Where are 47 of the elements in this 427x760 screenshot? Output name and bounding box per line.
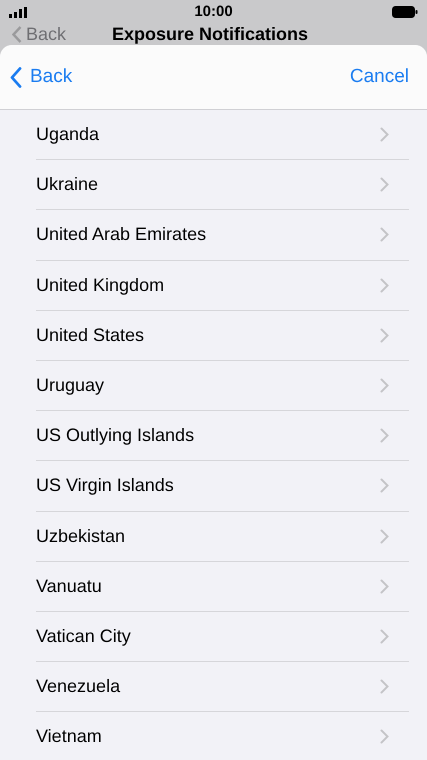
- country-name: Uruguay: [36, 374, 106, 398]
- country-row[interactable]: Vietnam: [18, 712, 409, 760]
- country-row[interactable]: Uganda: [18, 110, 409, 160]
- country-name: US Virgin Islands: [36, 474, 175, 498]
- country-row[interactable]: US Outlying Islands: [18, 411, 409, 462]
- chevron-right-icon: [380, 127, 389, 142]
- country-name: US Outlying Islands: [36, 424, 196, 448]
- country-row[interactable]: United Arab Emirates: [18, 210, 409, 261]
- country-name: Vanuatu: [36, 574, 103, 598]
- chevron-left-icon: [12, 26, 22, 44]
- country-row[interactable]: Venezuela: [18, 662, 409, 712]
- country-name: Vietnam: [36, 725, 103, 748]
- country-name: Vatican City: [36, 624, 132, 648]
- country-name: Uganda: [36, 123, 100, 146]
- battery-icon: [392, 6, 418, 18]
- chevron-left-icon: [10, 66, 22, 88]
- chevron-right-icon: [380, 328, 389, 343]
- country-row[interactable]: Vanuatu: [18, 562, 409, 612]
- cancel-button[interactable]: Cancel: [350, 62, 409, 92]
- country-name: United Arab Emirates: [36, 223, 208, 246]
- country-row[interactable]: Uzbekistan: [18, 512, 409, 562]
- chevron-right-icon: [380, 528, 389, 544]
- country-row[interactable]: Ukraine: [18, 160, 409, 210]
- country-row[interactable]: Uruguay: [18, 360, 409, 412]
- chevron-right-icon: [380, 227, 389, 242]
- chevron-right-icon: [380, 177, 389, 192]
- chevron-right-icon: [380, 628, 389, 644]
- country-name: United Kingdom: [36, 274, 166, 297]
- chevron-right-icon: [380, 478, 389, 494]
- chevron-right-icon: [380, 428, 389, 444]
- back-button[interactable]: Back: [10, 62, 72, 92]
- country-name: Venezuela: [36, 675, 122, 698]
- country-name: United States: [36, 324, 146, 347]
- country-name: Uzbekistan: [36, 524, 126, 548]
- chevron-right-icon: [380, 679, 389, 694]
- signal-icon: [9, 7, 27, 18]
- country-name: Ukraine: [36, 173, 100, 196]
- country-row[interactable]: United Kingdom: [18, 260, 409, 311]
- chevron-right-icon: [380, 578, 389, 594]
- country-row[interactable]: US Virgin Islands: [18, 461, 409, 512]
- country-row[interactable]: United States: [18, 310, 409, 361]
- country-row[interactable]: Vatican City: [18, 612, 409, 662]
- chevron-right-icon: [380, 278, 389, 293]
- chevron-right-icon: [380, 378, 389, 394]
- status-time: 10:00: [194, 2, 233, 22]
- chevron-right-icon: [380, 729, 389, 744]
- page-title: Exposure Notifications: [112, 25, 308, 45]
